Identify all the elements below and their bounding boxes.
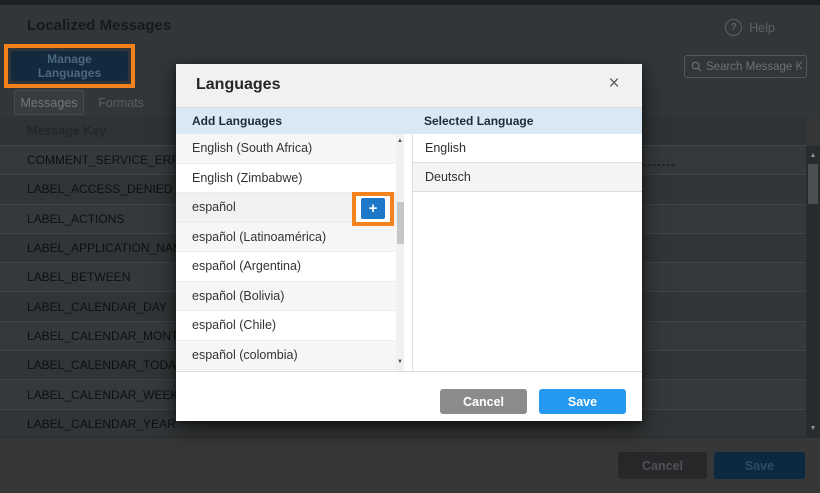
language-option-label: English (South Africa) bbox=[192, 141, 312, 155]
languages-modal: Languages × Add Languages Selected Langu… bbox=[176, 64, 642, 421]
language-option[interactable]: English (Zimbabwe) bbox=[176, 164, 396, 194]
language-option[interactable]: English (South Africa) bbox=[176, 134, 396, 164]
language-option-label: English (Zimbabwe) bbox=[192, 171, 302, 185]
app-window: Localized Messages ? Help Manage Languag… bbox=[0, 0, 820, 493]
modal-list-scrollbar[interactable]: ▲ ▼ bbox=[396, 134, 404, 371]
manage-languages-button[interactable]: Manage Languages bbox=[11, 51, 128, 81]
selected-language-label: English bbox=[425, 141, 466, 155]
add-languages-list: English (South Africa) English (Zimbabwe… bbox=[176, 134, 396, 371]
scroll-up-icon[interactable]: ▲ bbox=[396, 136, 404, 146]
modal-cancel-button[interactable]: Cancel bbox=[440, 389, 527, 414]
manage-languages-highlight: Manage Languages bbox=[4, 44, 135, 88]
language-option[interactable]: español (Chile) bbox=[176, 311, 396, 341]
close-icon[interactable]: × bbox=[602, 72, 626, 96]
language-option-label: español (Bolivia) bbox=[192, 289, 284, 303]
language-option-label: español bbox=[192, 200, 236, 214]
language-option-label: español (Argentina) bbox=[192, 259, 301, 273]
modal-title: Languages bbox=[196, 76, 280, 94]
language-option-label: español (Chile) bbox=[192, 318, 276, 332]
modal-column-headers: Add Languages Selected Language bbox=[176, 108, 642, 134]
language-option[interactable]: español (Argentina) bbox=[176, 252, 396, 282]
selected-language-label: Deutsch bbox=[425, 170, 471, 184]
selected-languages-list: English Deutsch bbox=[412, 134, 642, 371]
modal-body: English (South Africa) English (Zimbabwe… bbox=[176, 134, 642, 371]
language-option[interactable]: español (colombia) bbox=[176, 341, 396, 371]
modal-save-button[interactable]: Save bbox=[539, 389, 626, 414]
modal-header: Languages × bbox=[176, 64, 642, 108]
selected-language-item[interactable]: English bbox=[413, 134, 642, 163]
scroll-down-icon[interactable]: ▼ bbox=[396, 357, 404, 367]
language-option-label: español (colombia) bbox=[192, 348, 298, 362]
add-languages-header: Add Languages bbox=[192, 114, 282, 128]
modal-footer: Cancel Save bbox=[176, 371, 642, 421]
selected-language-item[interactable]: Deutsch bbox=[413, 163, 642, 192]
language-option[interactable]: español (Bolivia) bbox=[176, 282, 396, 312]
add-language-button[interactable]: + bbox=[361, 198, 385, 219]
add-button-highlight: + bbox=[352, 192, 394, 226]
scrollbar-thumb[interactable] bbox=[397, 202, 404, 244]
language-option-label: español (Latinoamérica) bbox=[192, 230, 326, 244]
language-option[interactable]: español (Latinoamérica) bbox=[176, 223, 396, 253]
selected-language-header: Selected Language bbox=[424, 114, 533, 128]
